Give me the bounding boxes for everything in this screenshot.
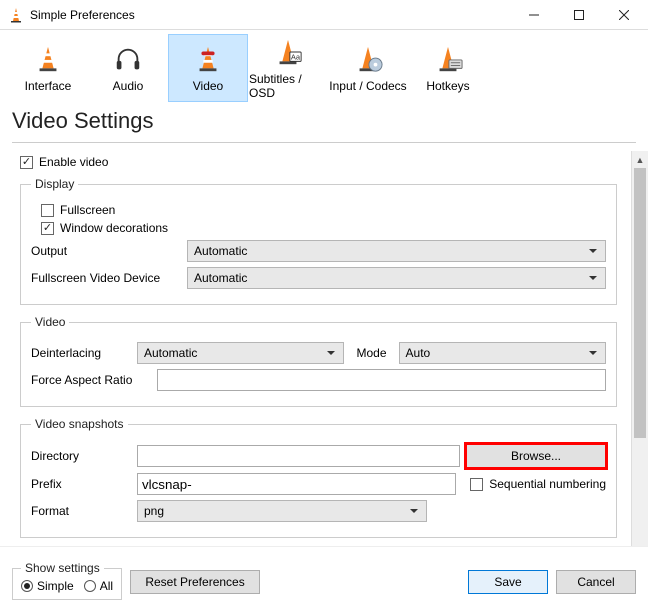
radio-label: All: [100, 579, 113, 593]
window-decorations-checkbox[interactable]: Window decorations: [41, 221, 606, 235]
reset-preferences-button[interactable]: Reset Preferences: [130, 570, 260, 594]
force-aspect-label: Force Aspect Ratio: [31, 373, 151, 387]
tab-label: Interface: [25, 79, 72, 93]
tab-label: Audio: [113, 79, 144, 93]
vertical-scrollbar[interactable]: ▲ ▼: [631, 151, 648, 571]
radio-icon: [21, 580, 33, 592]
group-legend: Video: [31, 315, 69, 329]
settings-content: Enable video Display Fullscreen Window d…: [0, 151, 631, 571]
footer: Show settings Simple All Reset Preferenc…: [0, 546, 648, 616]
browse-button[interactable]: Browse...: [466, 444, 606, 468]
display-group: Display Fullscreen Window decorations Ou…: [20, 177, 617, 305]
page-title: Video Settings: [0, 102, 648, 138]
checkbox-label: Window decorations: [60, 221, 168, 235]
divider: [12, 142, 636, 143]
checkbox-icon: [470, 478, 483, 491]
prefix-input[interactable]: [137, 473, 456, 495]
scroll-thumb[interactable]: [634, 168, 646, 438]
titlebar: Simple Preferences: [0, 0, 648, 30]
radio-icon: [84, 580, 96, 592]
group-legend: Show settings: [21, 561, 104, 575]
checkbox-label: Enable video: [39, 155, 108, 169]
show-settings-group: Show settings Simple All: [12, 561, 122, 600]
enable-video-checkbox[interactable]: Enable video: [20, 155, 617, 169]
fullscreen-device-label: Fullscreen Video Device: [31, 271, 181, 285]
fullscreen-device-combo[interactable]: Automatic: [187, 267, 606, 289]
svg-text:Aa: Aa: [291, 52, 301, 61]
mode-combo[interactable]: Auto: [399, 342, 606, 364]
force-aspect-input[interactable]: [157, 369, 606, 391]
cone-text-icon: Aa: [273, 37, 303, 70]
mode-label: Mode: [350, 346, 392, 360]
checkbox-icon: [41, 204, 54, 217]
show-simple-radio[interactable]: Simple: [21, 579, 74, 593]
radio-label: Simple: [37, 579, 74, 593]
group-legend: Display: [31, 177, 78, 191]
tab-subtitles[interactable]: Aa Subtitles / OSD: [248, 34, 328, 102]
directory-input[interactable]: [137, 445, 460, 467]
tab-input-codecs[interactable]: Input / Codecs: [328, 34, 408, 102]
maximize-button[interactable]: [556, 0, 601, 29]
show-all-radio[interactable]: All: [84, 579, 113, 593]
checkbox-icon: [41, 222, 54, 235]
format-combo[interactable]: png: [137, 500, 427, 522]
sequential-numbering-checkbox[interactable]: Sequential numbering: [470, 477, 606, 491]
fullscreen-checkbox[interactable]: Fullscreen: [41, 203, 606, 217]
tab-audio[interactable]: Audio: [88, 34, 168, 102]
vlc-app-icon: [8, 7, 24, 23]
tab-label: Video: [193, 79, 223, 93]
combo-value: png: [144, 504, 164, 518]
tab-interface[interactable]: Interface: [8, 34, 88, 102]
checkbox-icon: [20, 156, 33, 169]
minimize-button[interactable]: [511, 0, 556, 29]
combo-value: Automatic: [144, 346, 197, 360]
prefix-label: Prefix: [31, 477, 131, 491]
save-button[interactable]: Save: [468, 570, 548, 594]
combo-value: Automatic: [194, 271, 247, 285]
cone-sunglasses-icon: [193, 44, 223, 77]
group-legend: Video snapshots: [31, 417, 128, 431]
deinterlacing-combo[interactable]: Automatic: [137, 342, 344, 364]
combo-value: Auto: [406, 346, 431, 360]
tab-label: Subtitles / OSD: [249, 72, 327, 100]
scroll-up-arrow[interactable]: ▲: [632, 151, 648, 168]
format-label: Format: [31, 504, 131, 518]
tab-hotkeys[interactable]: Hotkeys: [408, 34, 488, 102]
cone-disc-icon: [353, 44, 383, 77]
tab-label: Input / Codecs: [329, 79, 406, 93]
deinterlacing-label: Deinterlacing: [31, 346, 131, 360]
directory-label: Directory: [31, 449, 131, 463]
output-label: Output: [31, 244, 181, 258]
category-tabbar: Interface Audio Video Aa Subtitles / OSD…: [0, 30, 648, 102]
cancel-button[interactable]: Cancel: [556, 570, 636, 594]
close-button[interactable]: [601, 0, 646, 29]
snapshots-group: Video snapshots Directory Browse... Pref…: [20, 417, 617, 538]
checkbox-label: Sequential numbering: [489, 477, 606, 491]
tab-label: Hotkeys: [426, 79, 469, 93]
cone-keyboard-icon: [433, 44, 463, 77]
scroll-track[interactable]: [632, 168, 648, 554]
headphones-icon: [113, 44, 143, 77]
window-title: Simple Preferences: [30, 8, 511, 22]
checkbox-label: Fullscreen: [60, 203, 115, 217]
video-group: Video Deinterlacing Automatic Mode Auto …: [20, 315, 617, 407]
tab-video[interactable]: Video: [168, 34, 248, 102]
cone-icon: [33, 44, 63, 77]
combo-value: Automatic: [194, 244, 247, 258]
output-combo[interactable]: Automatic: [187, 240, 606, 262]
